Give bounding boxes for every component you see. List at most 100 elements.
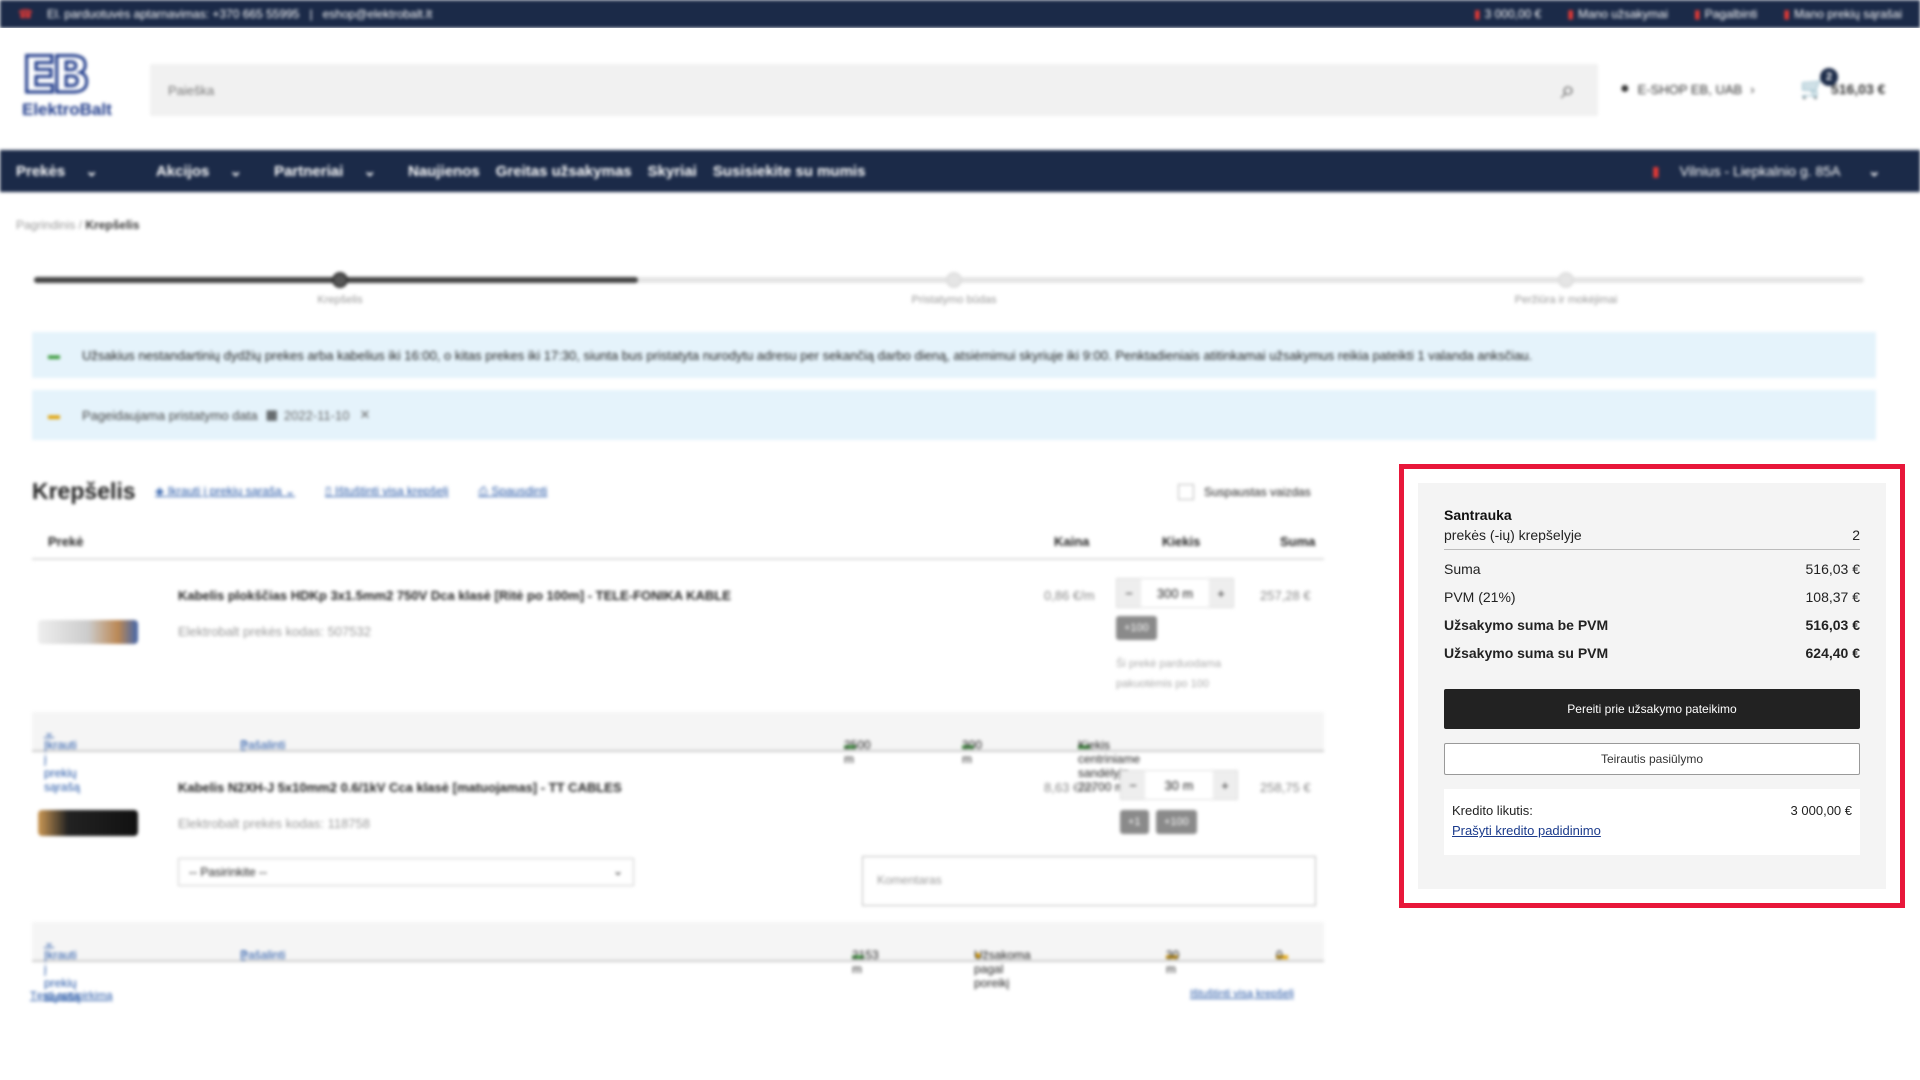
credit-label: Kredito likutis: — [1452, 803, 1533, 818]
delivery-date-bar: ▬ Pageidaujama pristatymo data ▦ 2022-11… — [32, 390, 1876, 440]
product-name[interactable]: Kabelis plokščias HDKp 3x1.5mm2 750V Dca… — [178, 588, 731, 603]
add-to-list-link[interactable]: ◈ Įkrauti į prekių sąrašą ⌄ — [155, 484, 295, 499]
logo-name: ElektroBalt — [22, 100, 112, 119]
qty-chip[interactable]: +1 — [1120, 810, 1149, 834]
product-name[interactable]: Kabelis N2XH-J 5x10mm2 0.6/1kV Cca klasė… — [178, 780, 622, 795]
qty-chip[interactable]: +100 — [1116, 616, 1157, 640]
support-phone[interactable]: El. parduotuvės aptarnavimas: +370 665 5… — [47, 7, 300, 21]
summary-sum-value: 516,03 € — [1805, 561, 1861, 577]
print-link[interactable]: ⎙ Spausdinti — [478, 484, 547, 499]
summary-sum-label: Suma — [1444, 561, 1481, 577]
breadcrumb-home[interactable]: Pagrindinis — [16, 218, 75, 232]
nav-quick-order[interactable]: Greitas užsakymas — [496, 163, 632, 180]
item-add-to-list-link[interactable]: Įkrauti į prekių sąrašą ⌄ — [44, 725, 80, 794]
compact-view-label: Suspaustas vaizdas — [1204, 485, 1311, 499]
site-logo[interactable]: EB ElektroBalt — [21, 45, 112, 128]
search-bar: ⌕ — [150, 64, 1598, 116]
request-credit-link[interactable]: Prašyti kredito padidinimo — [1452, 823, 1601, 838]
search-input[interactable] — [150, 64, 1530, 116]
package-note: Ši prekė parduodama pakuotėmis po 100 — [1116, 654, 1221, 694]
delivery-date-value[interactable]: 2022-11-10 — [284, 408, 350, 423]
calendar-icon[interactable]: ▦ — [266, 407, 278, 423]
top-bar: ☎ El. parduotuvės aptarnavimas: +370 665… — [0, 0, 1920, 28]
nav-contact[interactable]: Susisiekite su mumis — [713, 163, 866, 180]
nav-partners[interactable]: Partneriai ⌄ — [274, 162, 392, 180]
summary-vat-row: PVM (21%) 108,37 € — [1444, 589, 1860, 605]
summary-no-vat-value: 516,03 € — [1805, 617, 1861, 633]
clear-date-icon[interactable]: ✕ — [359, 407, 370, 423]
main-nav: Prekės ⌄ Akcijos ⌄ Partneriai ⌄ Naujieno… — [0, 150, 1920, 192]
step-label-cart: Krepšelis — [317, 294, 363, 306]
summary-sum-row: Suma 516,03 € — [1444, 561, 1860, 577]
qty-decrease-button[interactable]: − — [1117, 579, 1141, 607]
nav-products[interactable]: Prekės ⌄ — [16, 162, 114, 180]
nav-branches[interactable]: Skyriai — [648, 163, 697, 180]
product-image[interactable] — [38, 810, 138, 836]
header-cart-total: 516,03 € — [1830, 80, 1886, 97]
package-note-line: Ši prekė parduodama — [1116, 658, 1222, 670]
chevron-down-icon: ⌄ — [85, 163, 98, 180]
list-icon: ◈ — [155, 484, 165, 498]
compact-view-checkbox[interactable] — [1178, 484, 1194, 500]
summary-divider — [1444, 549, 1860, 550]
product-price: 8,63 €/m — [1044, 780, 1095, 795]
search-icon: ⌕ — [1560, 74, 1576, 104]
comment-textarea[interactable]: Komentaras — [862, 856, 1316, 906]
option-select-value: -- Pasirinkite -- — [189, 865, 268, 879]
product-sum: 258,75 € — [1260, 780, 1311, 795]
clear-cart-link[interactable]: ▯ Ištuštinti visą krepšelį — [325, 484, 448, 499]
summary-highlight: Santrauka prekės (-ių) krepšelyje 2 Suma… — [1399, 464, 1905, 908]
wallet-icon: ▮ — [1474, 7, 1481, 21]
breadcrumb: Pagrindinis / Krepšelis — [16, 218, 139, 232]
qty-chip[interactable]: +100 — [1156, 810, 1197, 834]
step-dot-delivery — [946, 272, 962, 288]
topbar-help[interactable]: ▮ Pagalbinti — [1694, 7, 1757, 21]
topbar-lists[interactable]: ▮ Mano prekių sąrašai — [1783, 7, 1902, 21]
product-image[interactable] — [38, 620, 138, 644]
qty-increase-button[interactable]: + — [1213, 771, 1237, 799]
qty-increase-button[interactable]: + — [1208, 579, 1233, 607]
qty-decrease-button[interactable]: − — [1121, 771, 1145, 799]
checkout-button[interactable]: Pereiti prie užsakymo pateikimo — [1444, 689, 1860, 729]
nav-news[interactable]: Naujienos — [408, 163, 480, 180]
nav-promotions[interactable]: Akcijos ⌄ — [156, 162, 258, 180]
search-button[interactable]: ⌕ — [1538, 64, 1598, 116]
cart-item-actions: Įkrauti į prekių sąrašą ⌄ ▯ Pašalinti ▬ … — [32, 712, 1324, 794]
delivery-notice: ▬ Užsakius nestandartinių dydžių prekes … — [32, 332, 1876, 378]
compact-view-toggle[interactable]: Suspaustas vaizdas — [1178, 484, 1311, 500]
product-code: Elektrobalt prekės kodas: 118758 — [178, 816, 370, 831]
topbar-orders[interactable]: ▮ Mano užsakymai — [1567, 7, 1668, 21]
chevron-down-icon[interactable]: ⌄ — [1868, 162, 1881, 180]
header-cart[interactable]: 🛒 2 516,03 € — [1800, 68, 1886, 101]
step-label-review: Peržiūra ir mokėjimai — [1514, 294, 1618, 306]
qty-value[interactable]: 300 m — [1157, 586, 1193, 601]
phone-icon: ☎ — [18, 7, 33, 21]
option-select[interactable]: -- Pasirinkite -- ⌄ — [178, 858, 634, 886]
topbar-separator: | — [309, 7, 313, 21]
branch-selector[interactable]: ▮ Vilnius - Liepkalnio g. 85A — [1652, 163, 1856, 180]
summary-with-vat-row: Užsakymo suma su PVM 624,40 € — [1444, 645, 1860, 661]
continue-shopping-link[interactable]: Tęsti apsipirkimą — [30, 990, 113, 1002]
summary-items-count: 2 — [1852, 527, 1860, 543]
product-code: Elektrobalt prekės kodas: 507532 — [178, 624, 371, 639]
summary-with-vat-label: Užsakymo suma su PVM — [1444, 645, 1609, 661]
support-email[interactable]: eshop@elektrobalt.lt — [323, 7, 433, 21]
item-add-to-list-link[interactable]: Įkrauti į prekių sąrašą ⌄ — [44, 935, 80, 1004]
step-dot-cart — [332, 272, 348, 288]
user-account[interactable]: ● E-SHOP EB, UAB › — [1620, 80, 1755, 98]
qty-value[interactable]: 30 m — [1165, 778, 1194, 793]
cart-title: Krepšelis — [32, 478, 136, 504]
summary-no-vat-label: Užsakymo suma be PVM — [1444, 617, 1609, 633]
truck-icon: ▬ — [48, 348, 60, 362]
chevron-down-icon: ⌄ — [612, 864, 623, 878]
request-quote-button[interactable]: Teirautis pasiūlymo — [1444, 743, 1860, 775]
product-sum: 257,28 € — [1260, 588, 1311, 603]
cart-table-header: Prekė Kaina Kiekis Suma — [32, 528, 1324, 560]
orders-icon: ▮ — [1567, 7, 1574, 21]
credit-box: Kredito likutis: 3 000,00 € Prašyti kred… — [1444, 789, 1860, 855]
topbar-credit[interactable]: ▮ 3 000,00 € — [1474, 7, 1541, 21]
col-product: Prekė — [48, 534, 84, 549]
clear-cart-link-bottom[interactable]: Ištuštinti visą krepšelį — [1190, 988, 1294, 1000]
summary-items-row: prekės (-ių) krepšelyje 2 — [1444, 527, 1860, 543]
quantity-stepper: − 30 m + — [1120, 770, 1238, 800]
